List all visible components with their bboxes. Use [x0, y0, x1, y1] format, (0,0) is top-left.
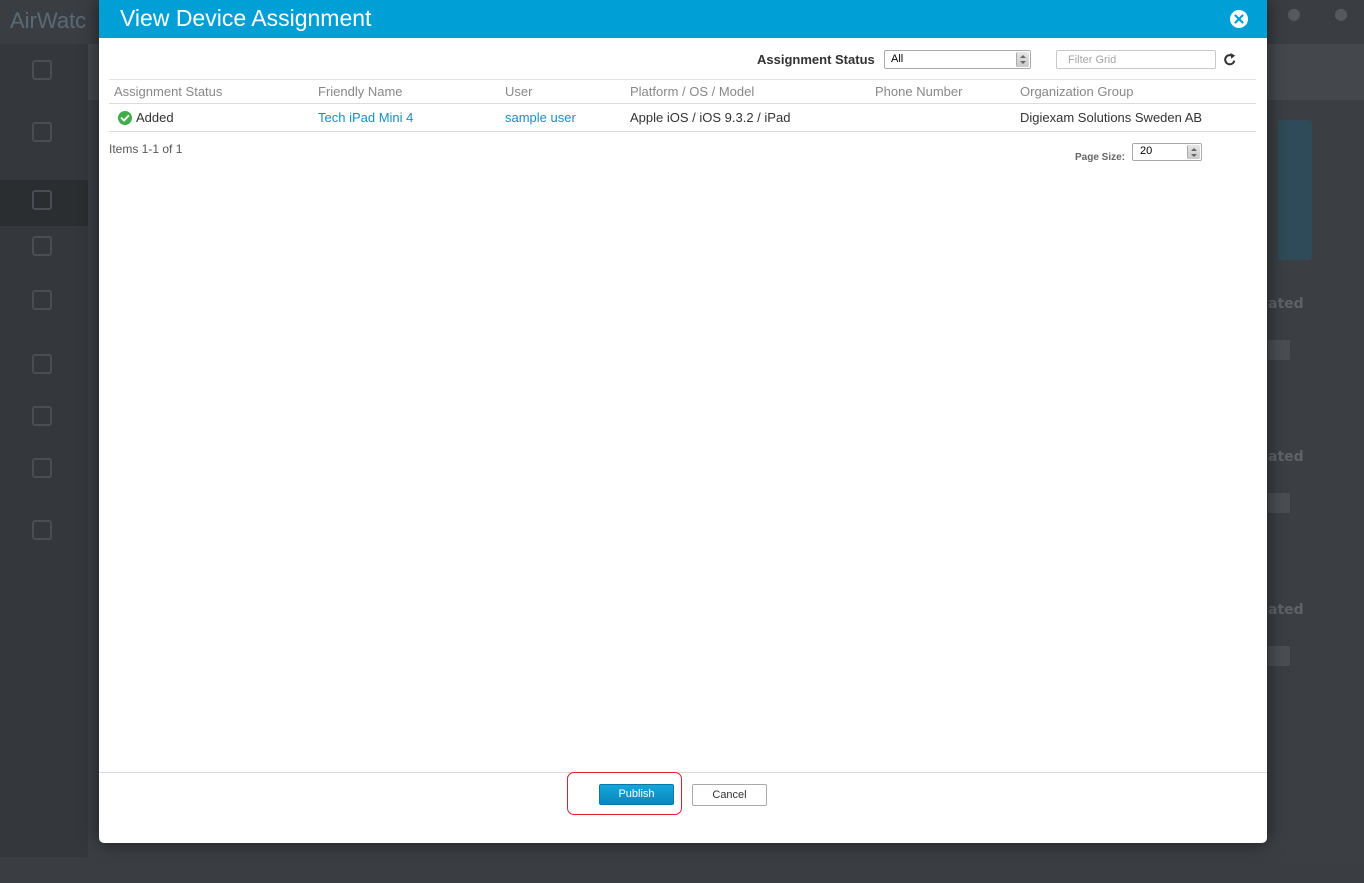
filter-grid-input[interactable]	[1056, 50, 1216, 69]
background-sidebar-item	[0, 50, 88, 96]
background-field	[1268, 493, 1290, 513]
background-field	[1268, 646, 1290, 666]
background-help-icon: ●	[1334, 4, 1348, 23]
publish-button[interactable]: Publish	[599, 784, 674, 805]
background-sidebar-item	[0, 112, 88, 158]
device-assignment-grid: Assignment Status Friendly Name User Pla…	[109, 79, 1256, 132]
items-count: Items 1-1 of 1	[109, 142, 183, 156]
assignment-status-text: Added	[136, 110, 174, 125]
assignment-status-value: All	[891, 53, 904, 65]
background-field	[1268, 340, 1290, 360]
column-header-phone-number[interactable]: Phone Number	[875, 80, 962, 103]
assignment-status-label: Assignment Status	[757, 52, 875, 67]
background-label: ated	[1268, 296, 1304, 312]
background-user-icon: ●	[1287, 4, 1301, 23]
friendly-name-link[interactable]: Tech iPad Mini 4	[318, 104, 413, 131]
cancel-button[interactable]: Cancel	[692, 784, 767, 806]
page-size-label: Page Size:	[1075, 152, 1126, 163]
background-nav-icon	[32, 290, 52, 310]
assignment-status-select[interactable]: All	[884, 50, 1031, 69]
background-nav-icon	[32, 458, 52, 478]
modal-header: View Device Assignment	[99, 0, 1267, 38]
organization-group-cell: Digiexam Solutions Sweden AB	[1020, 110, 1203, 125]
background-sidebar-item	[0, 344, 88, 390]
background-sidebar	[0, 44, 88, 857]
background-sidebar-item	[0, 510, 88, 556]
background-nav-icon	[32, 354, 52, 374]
background-nav-icon	[32, 190, 52, 210]
background-label: ated	[1268, 449, 1304, 465]
check-circle-icon	[118, 110, 132, 125]
background-brand-logo: AirWatc	[10, 8, 87, 33]
background-nav-icon	[32, 236, 52, 256]
background-nav-icon	[32, 406, 52, 426]
column-header-friendly-name[interactable]: Friendly Name	[318, 80, 403, 103]
background-info-panel	[1278, 120, 1312, 260]
background-sidebar-item	[0, 448, 88, 494]
column-header-organization-group[interactable]: Organization Group	[1020, 80, 1133, 103]
background-nav-icon	[32, 60, 52, 80]
column-header-assignment-status[interactable]: Assignment Status	[114, 80, 222, 103]
close-icon[interactable]	[1230, 10, 1248, 28]
select-arrows-icon	[1016, 52, 1029, 67]
modal-title: View Device Assignment	[120, 5, 372, 31]
background-sidebar-item	[0, 226, 88, 272]
platform-cell: Apple iOS / iOS 9.3.2 / iPad	[630, 110, 791, 125]
column-header-user[interactable]: User	[505, 80, 532, 103]
table-row: Added Tech iPad Mini 4 sample user Apple…	[109, 104, 1256, 132]
user-link[interactable]: sample user	[505, 104, 576, 131]
refresh-icon[interactable]	[1223, 52, 1237, 67]
view-device-assignment-modal: View Device Assignment Assignment Status…	[99, 0, 1267, 843]
page-size-select[interactable]: 20	[1132, 143, 1202, 161]
background-nav-icon	[32, 520, 52, 540]
background-sidebar-item	[0, 280, 88, 326]
assignment-status-cell: Added	[112, 104, 174, 131]
column-header-platform[interactable]: Platform / OS / Model	[630, 80, 754, 103]
modal-footer: Publish Cancel	[99, 772, 1267, 843]
background-footer	[0, 857, 1364, 883]
select-arrows-icon	[1187, 145, 1200, 159]
grid-header-row: Assignment Status Friendly Name User Pla…	[109, 79, 1256, 104]
background-label: ated	[1268, 602, 1304, 618]
background-nav-icon	[32, 122, 52, 142]
background-sidebar-item-active	[0, 180, 88, 226]
background-sidebar-item	[0, 396, 88, 442]
page-size-value: 20	[1140, 145, 1153, 157]
